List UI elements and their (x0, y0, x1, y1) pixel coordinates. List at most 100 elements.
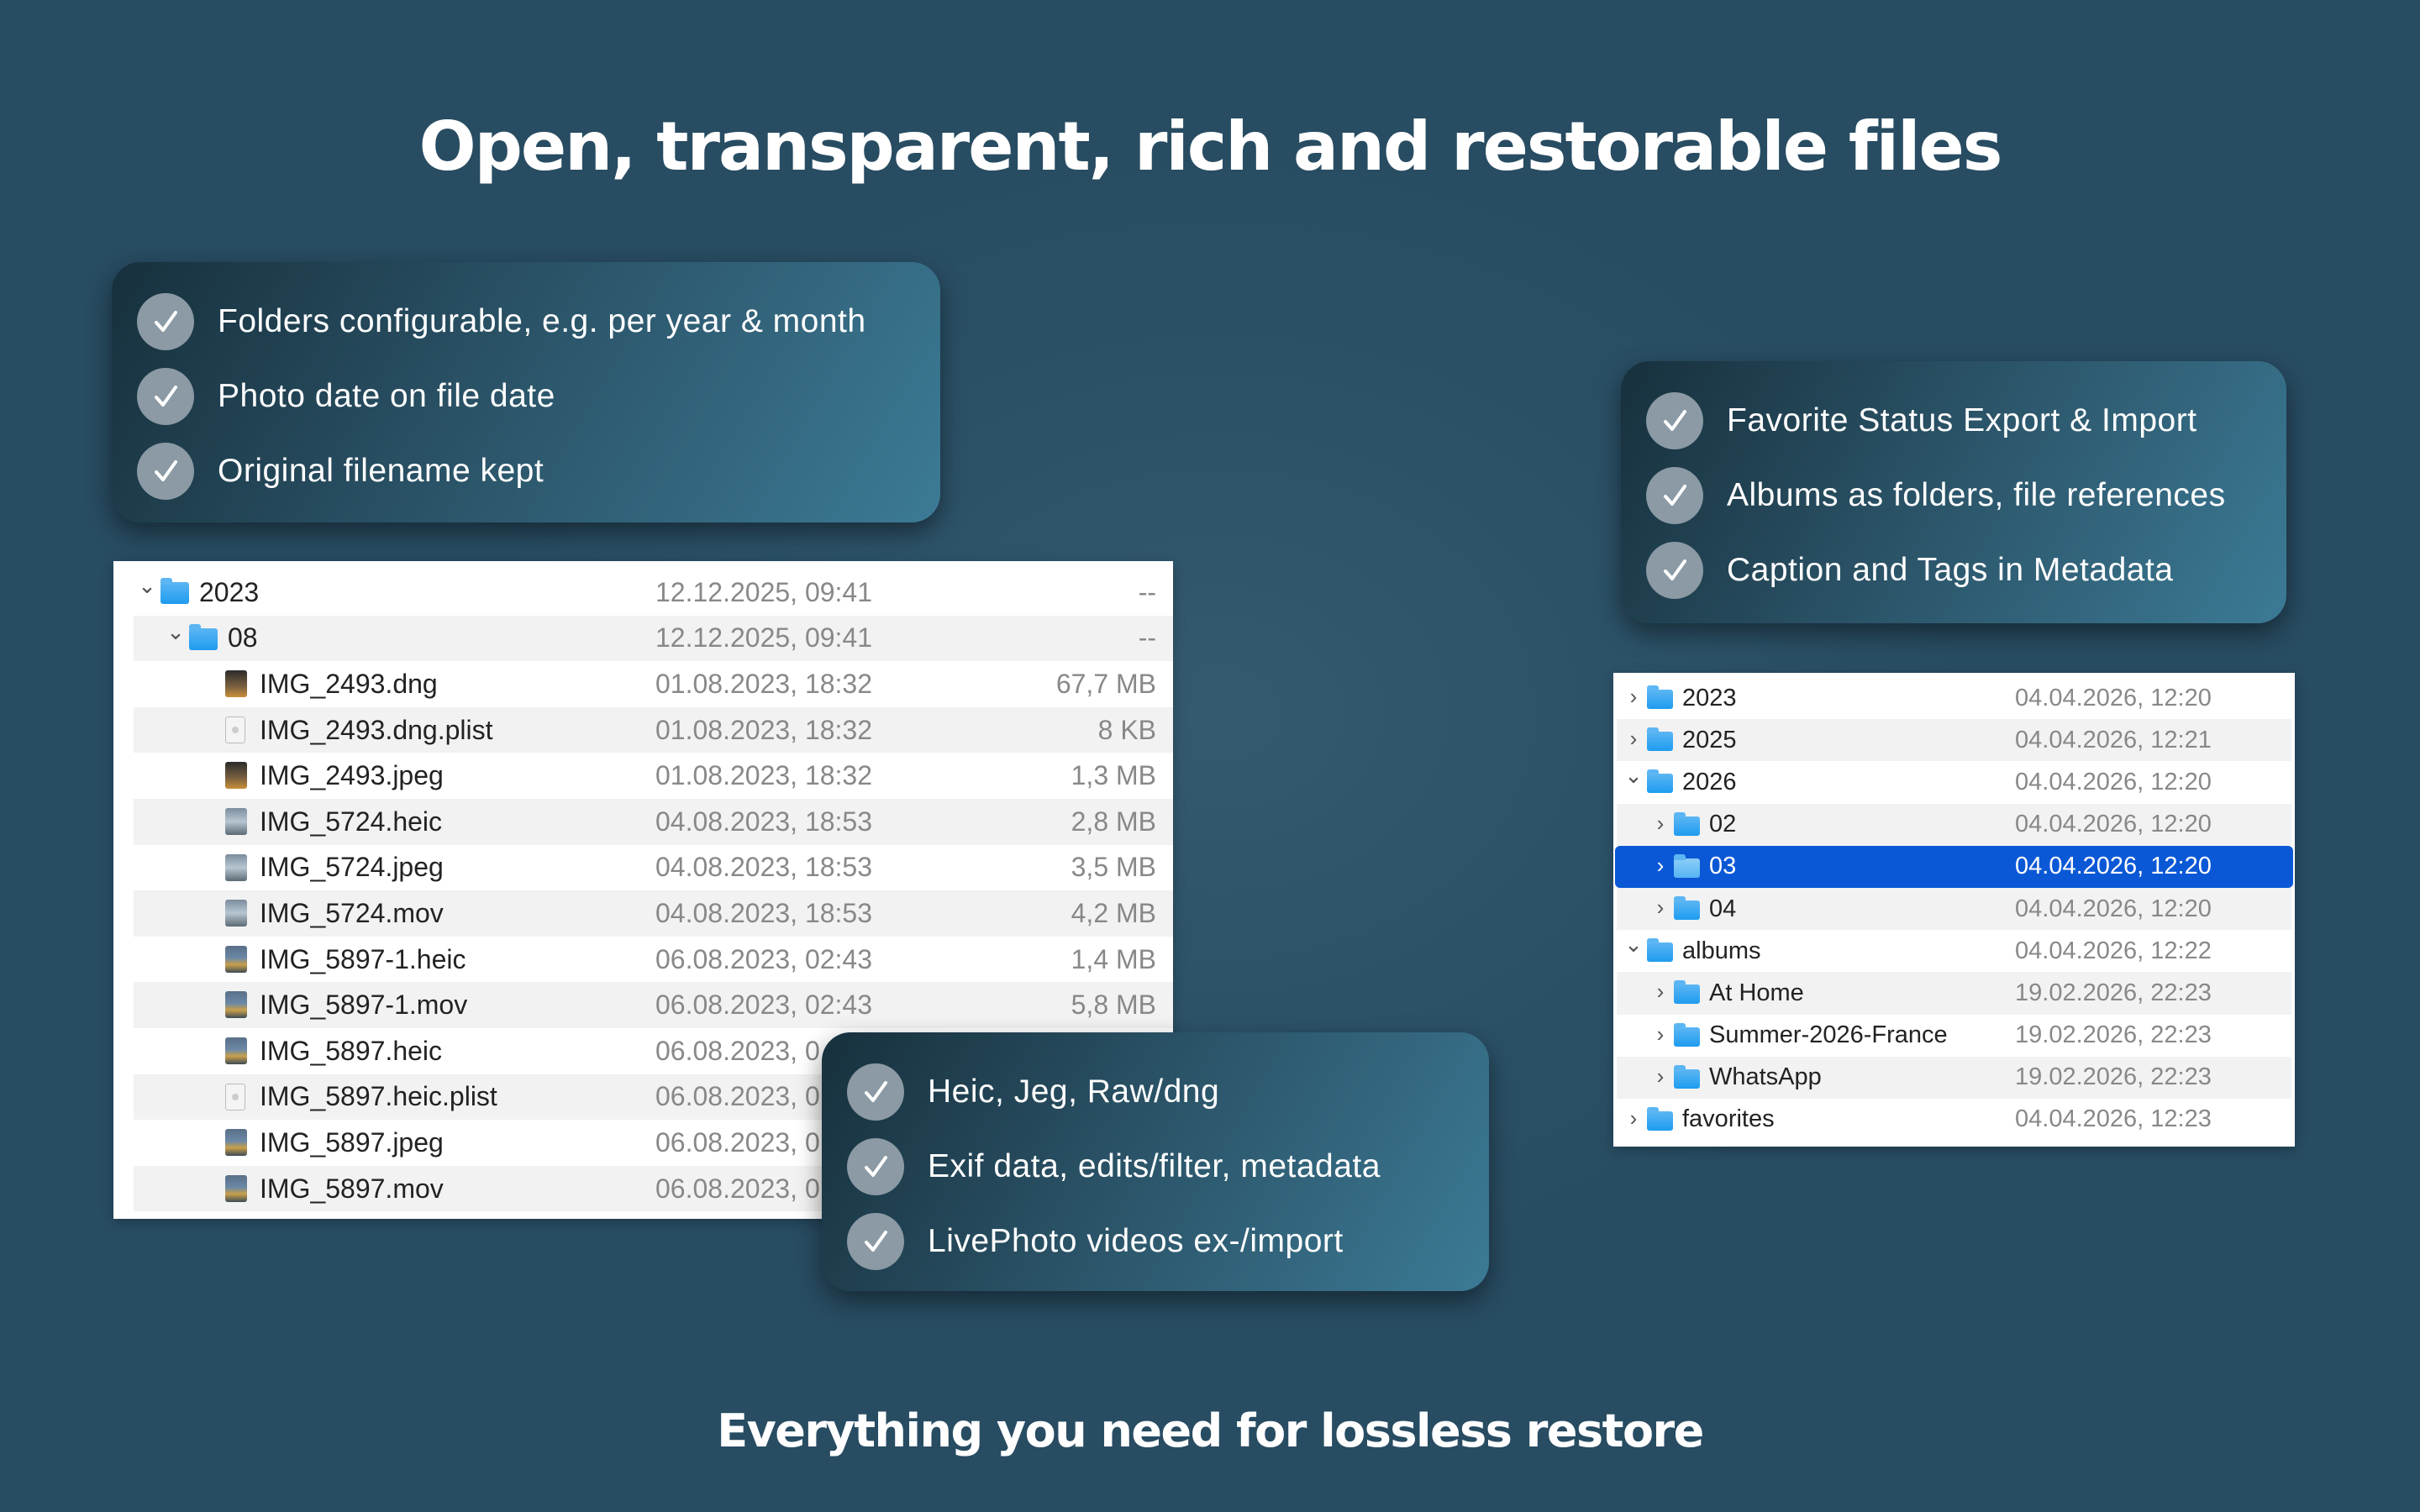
folder-icon (160, 578, 189, 604)
folder-name: favorites (1682, 1105, 1775, 1133)
chevron-right-icon[interactable]: › (1623, 726, 1644, 752)
folder-row[interactable]: ⌄ 08 12.12.2025, 09:41 -- (134, 615, 1173, 662)
file-row[interactable]: IMG_5724.heic 04.08.2023, 18:53 2,8 MB (134, 798, 1173, 845)
feature-label: Heic, Jeg, Raw/dng (928, 1073, 1220, 1110)
folder-icon (1674, 895, 1700, 920)
folder-name: 2023 (1682, 684, 1737, 711)
file-row[interactable]: IMG_5897-1.mov 06.08.2023, 02:43 5,8 MB (134, 982, 1173, 1028)
folder-icon (1647, 685, 1673, 709)
file-name: IMG_5897-1.heic (260, 943, 466, 974)
page-subtitle: Everything you need for lossless restore (717, 1404, 1704, 1457)
folder-icon (1674, 853, 1700, 878)
date-modified: 04.04.2026, 12:23 (2015, 1105, 2212, 1133)
date-modified: 06.08.2023, 0 (655, 1081, 820, 1112)
feature-label: Original filename kept (218, 452, 544, 489)
date-modified: 12.12.2025, 09:41 (655, 622, 873, 654)
file-size: -- (1138, 622, 1156, 654)
chevron-down-icon[interactable]: ⌄ (137, 573, 157, 599)
feature-list-albums: Favorite Status Export & Import Albums as… (1621, 361, 2286, 623)
chevron-down-icon[interactable]: ⌄ (1623, 932, 1644, 958)
folder-name: 02 (1709, 811, 1737, 838)
checkmark-icon (847, 1063, 904, 1121)
date-modified: 06.08.2023, 0 (655, 1173, 820, 1204)
file-row[interactable]: IMG_5724.jpeg 04.08.2023, 18:53 3,5 MB (113, 845, 1173, 891)
folder-icon (1647, 769, 1673, 794)
folder-name: 03 (1709, 853, 1737, 880)
chevron-right-icon[interactable]: › (1623, 684, 1644, 710)
file-row[interactable]: IMG_5897-1.heic 06.08.2023, 02:43 1,4 MB (113, 937, 1173, 983)
folder-icon (1674, 1022, 1700, 1047)
file-size: 4,2 MB (1071, 897, 1156, 928)
folder-row[interactable]: › Summer-2026-France 19.02.2026, 22:23 (1613, 1015, 2295, 1057)
date-modified: 06.08.2023, 0 (655, 1126, 820, 1158)
folder-row[interactable]: › WhatsApp 19.02.2026, 22:23 (1617, 1056, 2291, 1099)
folder-row[interactable]: › 03 04.04.2026, 12:20 (1615, 845, 2293, 888)
feature-list-formats: Heic, Jeg, Raw/dng Exif data, edits/filt… (822, 1032, 1489, 1291)
image-thumbnail-icon (225, 945, 247, 973)
feature-item: Caption and Tags in Metadata (1646, 533, 2261, 607)
folder-row[interactable]: › 02 04.04.2026, 12:20 (1617, 803, 2291, 846)
image-thumbnail-icon (225, 853, 247, 881)
feature-label: Caption and Tags in Metadata (1727, 551, 2174, 588)
image-thumbnail-icon (225, 991, 247, 1019)
document-icon (225, 716, 245, 743)
date-modified: 06.08.2023, 0 (655, 1035, 820, 1066)
file-size: -- (1138, 576, 1156, 607)
chevron-right-icon[interactable]: › (1650, 853, 1670, 879)
image-thumbnail-icon (225, 670, 247, 698)
image-thumbnail-icon (225, 762, 247, 790)
date-modified: 04.08.2023, 18:53 (655, 897, 873, 928)
date-modified: 01.08.2023, 18:32 (655, 668, 873, 699)
file-size: 1,3 MB (1071, 760, 1156, 791)
folder-name: 2025 (1682, 726, 1737, 753)
feature-item: Photo date on file date (137, 359, 915, 433)
file-row[interactable]: IMG_2493.dng.plist 01.08.2023, 18:32 8 KB (134, 706, 1173, 753)
folder-name: 2026 (1682, 768, 1737, 795)
folder-icon (1674, 1064, 1700, 1089)
folder-row[interactable]: ⌄ albums 04.04.2026, 12:22 (1613, 930, 2295, 972)
folder-row[interactable]: › favorites 04.04.2026, 12:23 (1613, 1099, 2295, 1141)
file-name: 08 (228, 622, 258, 654)
folder-icon (1674, 811, 1700, 836)
image-thumbnail-icon (225, 1174, 247, 1202)
checkmark-icon (137, 367, 194, 425)
date-modified: 04.04.2026, 12:22 (2015, 937, 2212, 964)
file-row[interactable]: IMG_2493.jpeg 01.08.2023, 18:32 1,3 MB (113, 753, 1173, 799)
folder-icon (189, 623, 218, 650)
file-name: 2023 (199, 576, 260, 607)
chevron-right-icon[interactable]: › (1650, 811, 1670, 837)
file-row[interactable]: IMG_2493.dng 01.08.2023, 18:32 67,7 MB (113, 661, 1173, 707)
file-name: IMG_2493.dng.plist (260, 714, 493, 745)
file-size: 8 KB (1097, 714, 1156, 745)
finder-window-folders[interactable]: › 2023 04.04.2026, 12:20 › 2025 04.04.2026, 1… (1613, 673, 2295, 1147)
chevron-down-icon[interactable]: ⌄ (166, 619, 186, 645)
file-row[interactable]: IMG_5724.mov 04.08.2023, 18:53 4,2 MB (134, 890, 1173, 937)
chevron-right-icon[interactable]: › (1650, 1021, 1670, 1047)
date-modified: 04.04.2026, 12:20 (2015, 811, 2212, 838)
file-size: 67,7 MB (1055, 668, 1156, 699)
file-size: 3,5 MB (1071, 852, 1156, 883)
file-name: IMG_5724.heic (260, 806, 443, 837)
document-icon (225, 1083, 245, 1110)
chevron-down-icon[interactable]: ⌄ (1623, 763, 1644, 789)
file-name: IMG_2493.jpeg (260, 760, 444, 791)
folder-row[interactable]: › 2023 04.04.2026, 12:20 (1613, 677, 2295, 719)
feature-label: Exif data, edits/filter, metadata (928, 1147, 1381, 1184)
checkmark-icon (137, 292, 194, 350)
feature-label: Folders configurable, e.g. per year & mo… (218, 302, 866, 339)
chevron-right-icon[interactable]: › (1650, 895, 1670, 921)
folder-row[interactable]: › 2025 04.04.2026, 12:21 (1617, 719, 2291, 762)
chevron-right-icon[interactable]: › (1623, 1105, 1644, 1131)
checkmark-icon (847, 1137, 904, 1195)
file-name: IMG_5897.jpeg (260, 1126, 444, 1158)
folder-row[interactable]: ⌄ 2023 12.12.2025, 09:41 -- (113, 570, 1173, 616)
chevron-right-icon[interactable]: › (1650, 1063, 1670, 1089)
feature-label: Albums as folders, file references (1727, 476, 2226, 513)
folder-row[interactable]: › 04 04.04.2026, 12:20 (1617, 887, 2291, 931)
chevron-right-icon[interactable]: › (1650, 979, 1670, 1005)
folder-name: At Home (1709, 979, 1804, 1006)
date-modified: 19.02.2026, 22:23 (2015, 1021, 2212, 1049)
folder-row[interactable]: ⌄ 2026 04.04.2026, 12:20 (1613, 761, 2295, 803)
folder-row[interactable]: › At Home 19.02.2026, 22:23 (1617, 972, 2291, 1015)
feature-list-storage: Folders configurable, e.g. per year & mo… (112, 262, 940, 522)
